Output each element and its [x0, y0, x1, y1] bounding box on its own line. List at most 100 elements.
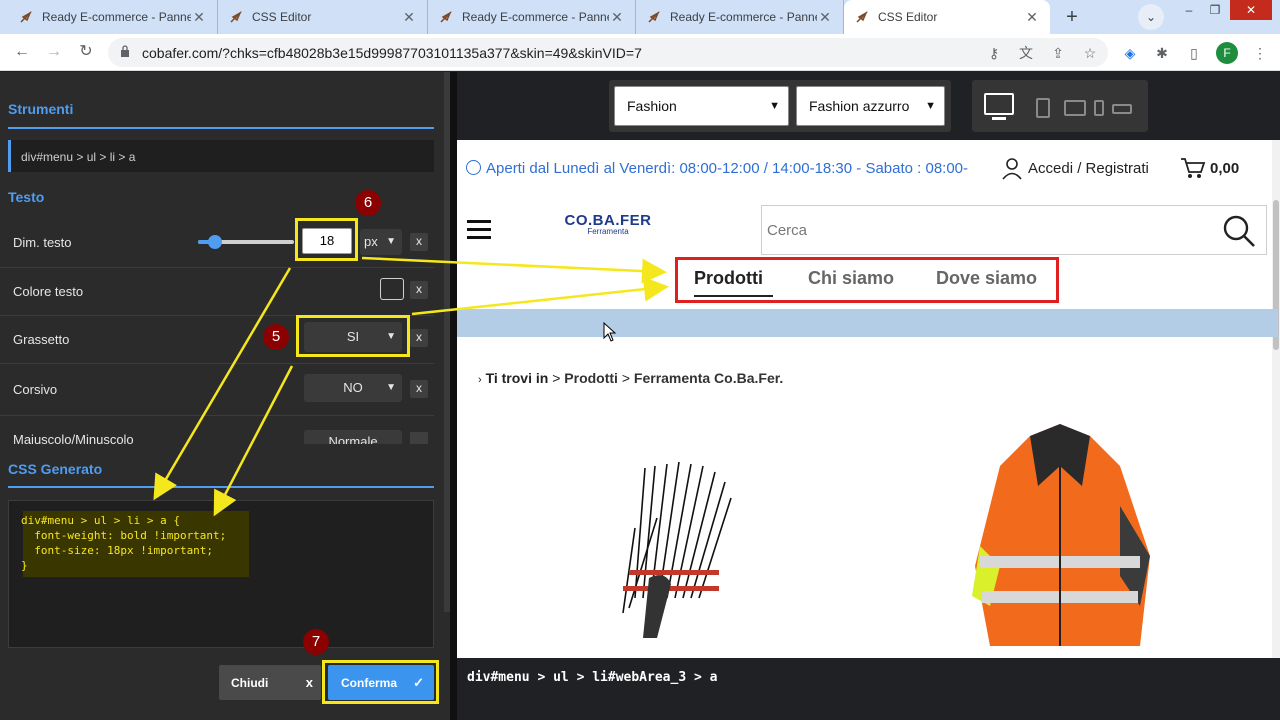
burger-line: [467, 220, 491, 223]
browser-tab[interactable]: CSS Editor ✕: [218, 0, 428, 34]
phone-landscape-icon[interactable]: [1112, 104, 1132, 114]
chevron-down-icon: ▼: [386, 236, 396, 247]
italic-select[interactable]: NO ▼: [304, 374, 402, 402]
case-select[interactable]: Normale: [304, 430, 402, 444]
restore-icon[interactable]: ❐: [1202, 0, 1228, 20]
menu-item-dove-siamo[interactable]: Dove siamo: [936, 268, 1037, 289]
cart-total[interactable]: 0,00: [1210, 160, 1239, 177]
feather-icon: [856, 11, 868, 23]
chevron-down-icon: ▼: [769, 100, 780, 112]
desktop-icon[interactable]: [984, 93, 1014, 115]
burger-line: [467, 236, 491, 239]
clear-italic-button[interactable]: x: [410, 380, 428, 398]
back-icon[interactable]: ←: [10, 40, 34, 64]
site-logo[interactable]: CO.BA.FER Ferramenta: [563, 212, 653, 236]
tab-title: CSS Editor: [878, 10, 938, 24]
close-button[interactable]: Chiudi x: [219, 665, 321, 700]
breadcrumb-sep: >: [552, 370, 561, 386]
close-icon[interactable]: ✕: [1024, 9, 1040, 26]
clear-color-button[interactable]: x: [410, 281, 428, 299]
site-scrollbar[interactable]: [1272, 140, 1280, 658]
theme-select[interactable]: Fashion ▼: [614, 86, 789, 126]
browser-tab[interactable]: Ready E-commerce - Pannello ✕: [428, 0, 636, 34]
clear-font-size-button[interactable]: x: [410, 233, 428, 251]
unit-select[interactable]: px ▼: [360, 229, 402, 255]
site-search-input[interactable]: Cerca: [761, 205, 1267, 255]
search-icon[interactable]: [1222, 214, 1256, 248]
more-menu-icon[interactable]: ⋮: [1250, 43, 1270, 63]
font-size-slider[interactable]: [198, 235, 294, 249]
lock-icon: [121, 45, 129, 57]
breadcrumb-category[interactable]: Ferramenta Co.Ba.Fer.: [634, 370, 783, 386]
reload-icon[interactable]: ↻: [74, 40, 98, 64]
clear-bold-button[interactable]: x: [410, 329, 428, 347]
chevron-down-icon: ▼: [925, 100, 936, 112]
code-line: font-size: 18px !important;: [21, 544, 214, 557]
share-icon[interactable]: ⇪: [1048, 43, 1068, 63]
divider: [8, 127, 434, 129]
color-swatch[interactable]: [380, 278, 404, 300]
translate-icon[interactable]: 文: [1016, 43, 1036, 63]
tab-strip: Ready E-commerce - Pannello ✕ CSS Editor…: [0, 0, 1280, 34]
highlight-font-size: [295, 218, 358, 261]
unit-value: px: [364, 234, 378, 249]
italic-value: NO: [343, 380, 363, 395]
tab-search-chevron-icon[interactable]: ⌄: [1138, 4, 1164, 30]
address-bar[interactable]: cobafer.com/?chks=cfb48028b3e15d99987703…: [108, 38, 1108, 67]
color-scheme-value: Fashion azzurro: [809, 98, 910, 114]
close-icon[interactable]: ✕: [401, 9, 417, 26]
extension-icon[interactable]: ◈: [1120, 43, 1140, 63]
close-icon[interactable]: ✕: [609, 9, 625, 26]
phone-portrait-icon[interactable]: [1094, 100, 1104, 116]
color-scheme-select[interactable]: Fashion azzurro ▼: [796, 86, 945, 126]
clear-case-button[interactable]: [410, 432, 428, 444]
section-title-strumenti: Strumenti: [8, 101, 74, 117]
login-link[interactable]: Accedi / Registrati: [1028, 160, 1149, 177]
step-badge-6: 6: [355, 190, 381, 216]
clock-icon: [466, 160, 481, 175]
element-path: div#menu > ul > li#webArea_3 > a: [467, 670, 718, 685]
minimize-icon[interactable]: –: [1176, 0, 1202, 20]
menu-item-prodotti[interactable]: Prodotti: [694, 268, 763, 289]
puzzle-icon[interactable]: ✱: [1152, 43, 1172, 63]
breadcrumb-prodotti[interactable]: Prodotti: [564, 370, 618, 386]
new-tab-button[interactable]: +: [1058, 4, 1086, 30]
user-icon[interactable]: [1000, 156, 1024, 180]
close-button-label: Chiudi: [231, 676, 269, 690]
browser-tab[interactable]: Ready E-commerce - Pannello ✕: [636, 0, 844, 34]
hamburger-menu-icon[interactable]: [467, 220, 491, 240]
window-close-icon[interactable]: ✕: [1230, 0, 1272, 20]
tab-title: Ready E-commerce - Pannello: [462, 10, 609, 24]
label-colore-testo: Colore testo: [13, 284, 84, 299]
browser-tab[interactable]: Ready E-commerce - Pannello ✕: [8, 0, 218, 34]
safety-jacket-product-image: [960, 406, 1166, 658]
breadcrumb: › Ti trovi in > Prodotti > Ferramenta Co…: [478, 370, 783, 386]
cart-icon[interactable]: [1180, 156, 1206, 180]
forward-icon[interactable]: →: [42, 40, 66, 64]
breadcrumb-chevron-icon: ›: [478, 374, 482, 386]
theme-value: Fashion: [627, 98, 677, 114]
browser-tab-active[interactable]: CSS Editor ✕: [844, 0, 1050, 34]
pane-divider[interactable]: [450, 72, 457, 720]
active-underline: [694, 295, 773, 297]
code-line: div#menu > ul > li > a {: [21, 514, 180, 527]
opening-hours-text: Aperti dal Lunedì al Venerdì: 08:00-12:0…: [486, 160, 969, 177]
search-placeholder: Cerca: [767, 222, 808, 239]
bookmark-star-icon[interactable]: ☆: [1080, 43, 1100, 63]
tablet-portrait-icon[interactable]: [1036, 98, 1050, 118]
burger-line: [467, 228, 491, 231]
menu-item-chi-siamo[interactable]: Chi siamo: [808, 268, 894, 289]
key-icon[interactable]: ⚷: [984, 43, 1004, 63]
rake-product-image: [622, 461, 732, 638]
mouse-cursor-icon: [603, 322, 617, 342]
label-dim-testo: Dim. testo: [13, 235, 72, 250]
desktop-stand: [992, 117, 1006, 120]
tablet-landscape-icon[interactable]: [1064, 100, 1086, 116]
highlight-confirm: [322, 660, 439, 704]
close-icon[interactable]: ✕: [191, 9, 207, 26]
profile-avatar[interactable]: F: [1216, 42, 1238, 64]
side-panel-icon[interactable]: ▯: [1184, 43, 1204, 63]
breadcrumb-sep: >: [621, 370, 631, 386]
element-path-bar: div#menu > ul > li#webArea_3 > a: [457, 658, 1280, 720]
close-icon[interactable]: ✕: [817, 9, 833, 26]
